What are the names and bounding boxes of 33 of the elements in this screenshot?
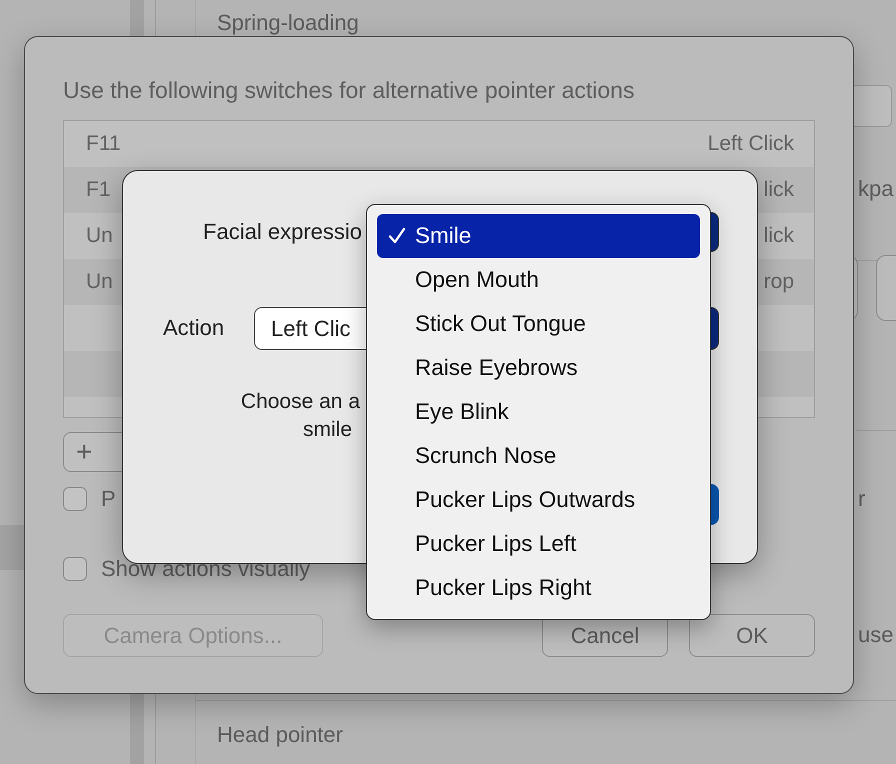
switch-name: Un bbox=[86, 224, 113, 248]
menu-item[interactable]: Eye Blink bbox=[377, 390, 700, 434]
switch-name: F1 bbox=[86, 178, 111, 202]
menu-item[interactable]: Open Mouth bbox=[377, 258, 700, 302]
action-name: lick bbox=[764, 178, 794, 202]
action-name: lick bbox=[764, 224, 794, 248]
switch-name: Un bbox=[86, 270, 113, 294]
menu-item[interactable]: Stick Out Tongue bbox=[377, 302, 700, 346]
switch-name: F11 bbox=[86, 132, 121, 156]
action-name: rop bbox=[764, 270, 794, 294]
sheet-title: Use the following switches for alternative pointer actions bbox=[63, 77, 636, 104]
checkbox[interactable] bbox=[63, 487, 87, 511]
sidebar-item[interactable] bbox=[0, 525, 24, 570]
section-title: Head pointer bbox=[217, 722, 343, 748]
menu-item[interactable]: Raise Eyebrows bbox=[377, 346, 700, 390]
menu-item[interactable]: Smile bbox=[377, 214, 700, 258]
checkbox-label: P bbox=[101, 486, 116, 512]
menu-item[interactable]: Pucker Lips Outwards bbox=[377, 478, 700, 522]
hint-text: smile bbox=[303, 418, 352, 442]
checkbox[interactable] bbox=[63, 557, 87, 581]
option-label: kpa bbox=[858, 176, 894, 202]
action-label: Action bbox=[163, 315, 224, 341]
checkmark-icon bbox=[387, 226, 407, 246]
menu-item[interactable]: Pucker Lips Right bbox=[377, 566, 700, 610]
section-title: Spring-loading bbox=[217, 10, 359, 36]
facial-expression-label: Facial expressio bbox=[203, 219, 362, 245]
option-label: use bbox=[858, 622, 894, 648]
option-label: r bbox=[858, 486, 866, 512]
menu-item[interactable]: Scrunch Nose bbox=[377, 434, 700, 478]
ok-button[interactable]: OK bbox=[688, 614, 815, 657]
hint-text: Choose an a bbox=[240, 390, 360, 414]
action-name: Left Click bbox=[708, 132, 794, 156]
menu-item[interactable]: Pucker Lips Left bbox=[377, 522, 700, 566]
